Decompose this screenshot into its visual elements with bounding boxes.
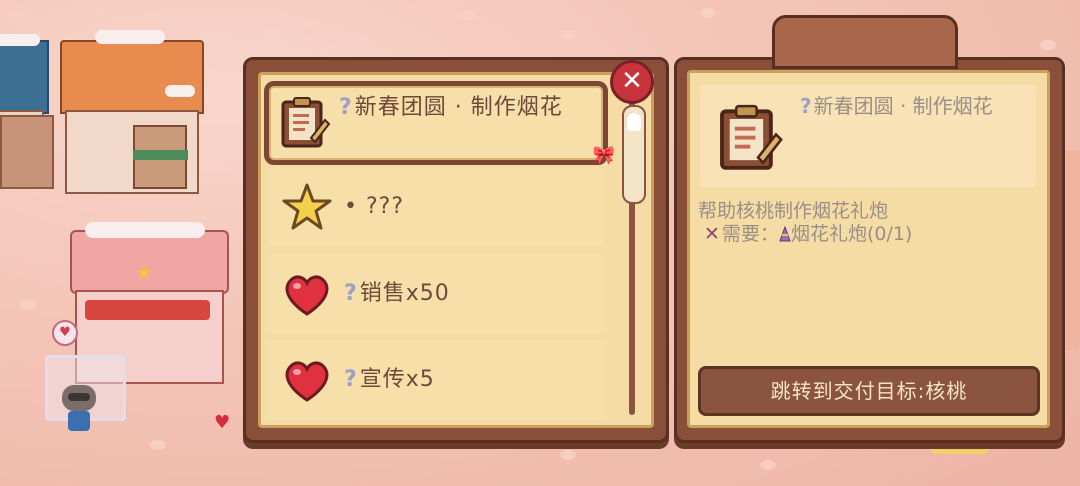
petal-decoration — [90, 5, 106, 15]
incomplete-x-icon: ✕ — [704, 223, 720, 245]
orange-house[interactable] — [55, 30, 205, 194]
requirement-label: 需要： — [721, 223, 779, 245]
small-house[interactable] — [0, 115, 54, 189]
petal-decoration — [460, 10, 476, 20]
quest-title: ?新春团圆 · 制作烟花 — [339, 96, 593, 120]
quest-title-text: 销售x50 — [359, 281, 450, 306]
star-icon — [280, 181, 334, 235]
petal-decoration — [1040, 40, 1056, 50]
star-sign-icon: ★ — [135, 260, 153, 284]
petal-decoration — [560, 450, 576, 460]
petal-decoration — [560, 30, 576, 40]
list-item[interactable]: ?新春团圆 · 制作烟花 🎀 — [264, 81, 615, 166]
close-icon: ✕ — [621, 66, 643, 96]
heart-icon — [280, 354, 334, 408]
raccoon-character[interactable] — [62, 385, 96, 435]
detail-title-text: 新春团圆 · 制作烟花 — [813, 94, 993, 118]
close-button[interactable]: ✕ — [610, 60, 654, 104]
petal-decoration — [300, 20, 316, 30]
unknown-marker: ? — [344, 281, 358, 306]
petal-decoration — [150, 440, 166, 450]
detail-title: ? 新春团圆 · 制作烟花 — [800, 94, 1030, 118]
cat-charm-icon — [627, 113, 641, 131]
quest-title: ?销售x50 — [344, 282, 594, 306]
clipboard-clip — [772, 15, 958, 69]
requirement-line: ✕ 需要： 烟花礼炮(0/1) — [704, 222, 1034, 246]
unknown-marker: ? — [339, 95, 353, 120]
unknown-marker: ? — [800, 94, 812, 118]
list-item[interactable]: ?宣传x5 — [268, 340, 604, 420]
heart-bubble-icon[interactable]: ♥ — [52, 320, 78, 346]
scrollbar[interactable] — [622, 95, 646, 415]
petal-decoration — [760, 460, 776, 470]
ribbon-bow-icon: 🎀 — [592, 145, 615, 166]
list-item[interactable]: ?销售x50 — [268, 254, 604, 334]
heart-icon — [280, 268, 334, 322]
quest-title-text: 宣传x5 — [359, 367, 435, 392]
quest-title-text: • ??? — [344, 194, 404, 219]
scroll-thumb[interactable] — [622, 105, 646, 204]
petal-decoration — [10, 10, 26, 20]
clipboard-icon — [277, 94, 331, 148]
heart-icon: ♥ — [214, 412, 231, 433]
petal-decoration — [700, 8, 716, 18]
clipboard-icon — [714, 101, 784, 173]
requirement-item: 烟花礼炮(0/1) — [790, 223, 913, 245]
quest-title: • ??? — [344, 195, 594, 219]
petal-decoration — [20, 300, 36, 310]
quest-description: 帮助核桃制作烟花礼炮 — [698, 200, 889, 222]
jump-to-delivery-button[interactable]: 跳转到交付目标:核桃 — [698, 366, 1040, 416]
quest-title: ?宣传x5 — [344, 368, 594, 392]
list-item[interactable]: • ??? — [268, 167, 604, 247]
unknown-marker: ? — [344, 367, 358, 392]
firework-icon — [779, 224, 791, 242]
quest-title-text: 新春团圆 · 制作烟花 — [354, 95, 563, 120]
